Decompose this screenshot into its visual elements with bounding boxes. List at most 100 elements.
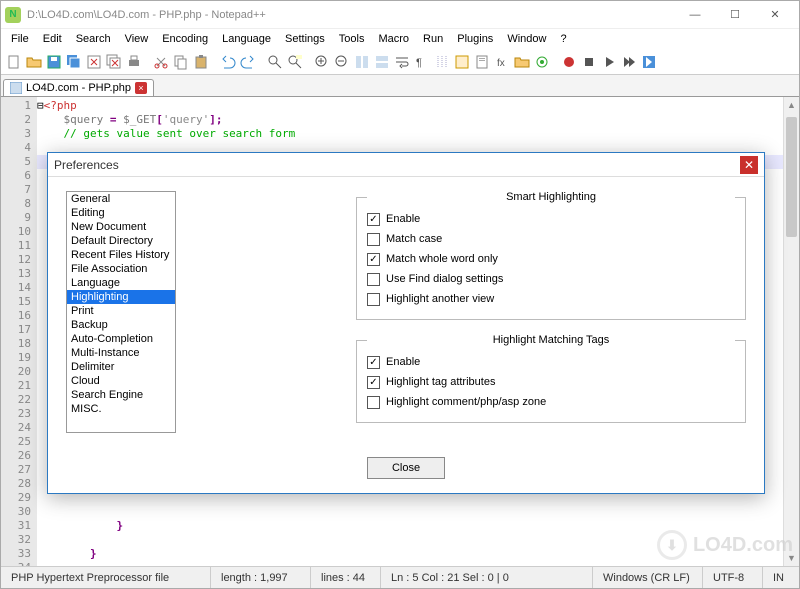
download-icon: ⬇ [657, 530, 687, 560]
play-multi-icon[interactable] [620, 53, 638, 71]
zoom-out-icon[interactable] [333, 53, 351, 71]
monitor-icon[interactable] [533, 53, 551, 71]
save-all-icon[interactable] [65, 53, 83, 71]
checkbox-row[interactable]: Enable [367, 209, 735, 229]
checkbox[interactable] [367, 356, 380, 369]
title-bar[interactable]: N D:\LO4D.com\LO4D.com - PHP.php - Notep… [1, 1, 799, 29]
checkbox-row[interactable]: Enable [367, 352, 735, 372]
category-auto-completion[interactable]: Auto-Completion [67, 332, 175, 346]
minimize-button[interactable]: — [675, 3, 715, 27]
category-cloud[interactable]: Cloud [67, 374, 175, 388]
play-macro-icon[interactable] [600, 53, 618, 71]
menu-?[interactable]: ? [554, 32, 572, 46]
checkbox-row[interactable]: Highlight tag attributes [367, 372, 735, 392]
checkbox[interactable] [367, 253, 380, 266]
file-tab[interactable]: LO4D.com - PHP.php × [3, 79, 154, 96]
category-general[interactable]: General [67, 192, 175, 206]
menu-file[interactable]: File [5, 32, 35, 46]
category-new-document[interactable]: New Document [67, 220, 175, 234]
zoom-in-icon[interactable] [313, 53, 331, 71]
menu-encoding[interactable]: Encoding [156, 32, 214, 46]
paste-icon[interactable] [192, 53, 210, 71]
close-all-icon[interactable] [105, 53, 123, 71]
checkbox-row[interactable]: Match whole word only [367, 249, 735, 269]
category-default-directory[interactable]: Default Directory [67, 234, 175, 248]
indent-guide-icon[interactable] [433, 53, 451, 71]
line-number: 25 [3, 435, 31, 449]
menu-language[interactable]: Language [216, 32, 277, 46]
open-file-icon[interactable] [25, 53, 43, 71]
find-icon[interactable] [266, 53, 284, 71]
sync-v-icon[interactable] [353, 53, 371, 71]
stop-macro-icon[interactable] [580, 53, 598, 71]
close-button[interactable]: ✕ [755, 3, 795, 27]
menu-run[interactable]: Run [417, 32, 449, 46]
print-icon[interactable] [125, 53, 143, 71]
vertical-scrollbar[interactable]: ▲ ▼ [783, 97, 799, 566]
func-list-icon[interactable]: fx [493, 53, 511, 71]
code-line[interactable]: $query = $_GET['query']; [37, 113, 799, 127]
checkbox[interactable] [367, 273, 380, 286]
preferences-category-list[interactable]: GeneralEditingNew DocumentDefault Direct… [66, 191, 176, 433]
all-chars-icon[interactable]: ¶ [413, 53, 431, 71]
checkbox[interactable] [367, 213, 380, 226]
category-file-association[interactable]: File Association [67, 262, 175, 276]
category-print[interactable]: Print [67, 304, 175, 318]
checkbox-row[interactable]: Use Find dialog settings [367, 269, 735, 289]
checkbox-row[interactable]: Highlight comment/php/asp zone [367, 392, 735, 412]
checkbox-row[interactable]: Match case [367, 229, 735, 249]
category-recent-files-history[interactable]: Recent Files History [67, 248, 175, 262]
status-position: Ln : 5 Col : 21 Sel : 0 | 0 [381, 567, 593, 588]
replace-icon[interactable] [286, 53, 304, 71]
wrap-icon[interactable] [393, 53, 411, 71]
checkbox[interactable] [367, 293, 380, 306]
menu-tools[interactable]: Tools [333, 32, 371, 46]
code-line[interactable]: ⊟<?php [37, 99, 799, 113]
line-number: 11 [3, 239, 31, 253]
dialog-title-bar[interactable]: Preferences ✕ [48, 153, 764, 177]
save-macro-icon[interactable] [640, 53, 658, 71]
code-line[interactable]: // gets value sent over search form [37, 127, 799, 141]
category-delimiter[interactable]: Delimiter [67, 360, 175, 374]
checkbox[interactable] [367, 396, 380, 409]
category-backup[interactable]: Backup [67, 318, 175, 332]
new-file-icon[interactable] [5, 53, 23, 71]
close-file-icon[interactable] [85, 53, 103, 71]
menu-search[interactable]: Search [70, 32, 117, 46]
redo-icon[interactable] [239, 53, 257, 71]
smart-highlighting-legend: Smart Highlighting [367, 191, 735, 203]
category-editing[interactable]: Editing [67, 206, 175, 220]
scrollbar-thumb[interactable] [786, 117, 797, 237]
checkbox[interactable] [367, 233, 380, 246]
menu-settings[interactable]: Settings [279, 32, 331, 46]
menu-macro[interactable]: Macro [372, 32, 415, 46]
menu-window[interactable]: Window [501, 32, 552, 46]
category-multi-instance[interactable]: Multi-Instance [67, 346, 175, 360]
undo-icon[interactable] [219, 53, 237, 71]
record-macro-icon[interactable] [560, 53, 578, 71]
category-language[interactable]: Language [67, 276, 175, 290]
category-search-engine[interactable]: Search Engine [67, 388, 175, 402]
checkbox[interactable] [367, 376, 380, 389]
category-misc-[interactable]: MISC. [67, 402, 175, 416]
save-icon[interactable] [45, 53, 63, 71]
line-number: 12 [3, 253, 31, 267]
sync-h-icon[interactable] [373, 53, 391, 71]
cut-icon[interactable] [152, 53, 170, 71]
menu-edit[interactable]: Edit [37, 32, 68, 46]
udl-icon[interactable] [453, 53, 471, 71]
menu-view[interactable]: View [119, 32, 155, 46]
code-line[interactable] [37, 505, 799, 519]
maximize-button[interactable]: ☐ [715, 3, 755, 27]
tab-close-icon[interactable]: × [135, 82, 147, 94]
dialog-close-icon[interactable]: ✕ [740, 156, 758, 174]
copy-icon[interactable] [172, 53, 190, 71]
category-highlighting[interactable]: Highlighting [67, 290, 175, 304]
checkbox-row[interactable]: Highlight another view [367, 289, 735, 309]
menu-plugins[interactable]: Plugins [451, 32, 499, 46]
folder-icon[interactable] [513, 53, 531, 71]
doc-map-icon[interactable] [473, 53, 491, 71]
code-line[interactable] [37, 561, 799, 566]
close-button[interactable]: Close [367, 457, 445, 479]
scroll-up-icon[interactable]: ▲ [784, 97, 799, 113]
